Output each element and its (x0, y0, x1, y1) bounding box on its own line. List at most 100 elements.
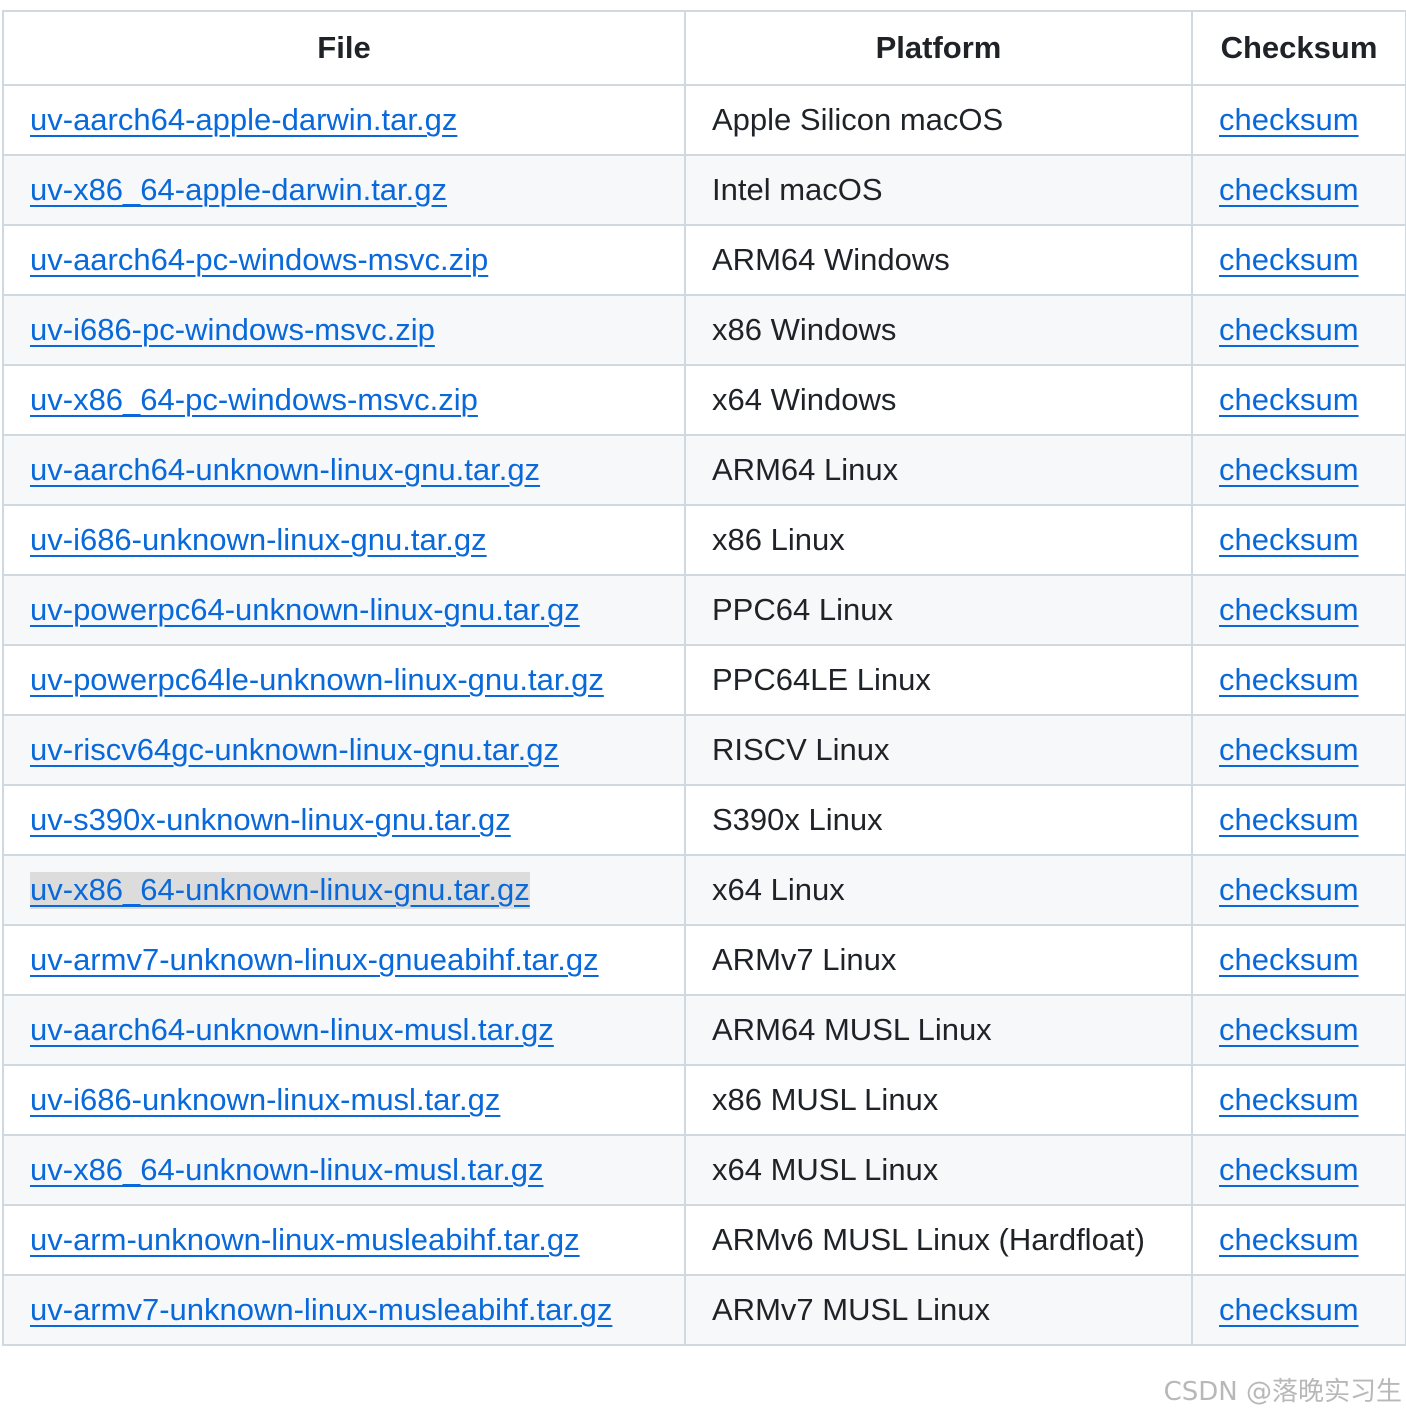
platform-cell: x64 Linux (684, 854, 1193, 926)
file-download-link[interactable]: uv-aarch64-pc-windows-msvc.zip (30, 242, 488, 277)
checksum-cell: checksum (1191, 1134, 1406, 1206)
checksum-cell: checksum (1191, 224, 1406, 296)
platform-cell: ARM64 Windows (684, 224, 1193, 296)
platform-cell: S390x Linux (684, 784, 1193, 856)
file-download-link[interactable]: uv-s390x-unknown-linux-gnu.tar.gz (30, 802, 511, 837)
checksum-link[interactable]: checksum (1219, 1082, 1359, 1117)
file-download-link[interactable]: uv-powerpc64le-unknown-linux-gnu.tar.gz (30, 662, 604, 697)
table-row: uv-x86_64-unknown-linux-gnu.tar.gz x64 Li… (2, 854, 1406, 926)
checksum-link[interactable]: checksum (1219, 1222, 1359, 1257)
checksum-cell: checksum (1191, 364, 1406, 436)
table-row: uv-i686-unknown-linux-gnu.tar.gz x86 Linu… (2, 504, 1406, 576)
table-row: uv-armv7-unknown-linux-gnueabihf.tar.gz A… (2, 924, 1406, 996)
table-row: uv-powerpc64le-unknown-linux-gnu.tar.gz P… (2, 644, 1406, 716)
file-cell: uv-s390x-unknown-linux-gnu.tar.gz (2, 784, 686, 856)
file-download-link[interactable]: uv-i686-unknown-linux-gnu.tar.gz (30, 522, 487, 557)
checksum-link[interactable]: checksum (1219, 1012, 1359, 1047)
checksum-link[interactable]: checksum (1219, 872, 1359, 907)
platform-cell: ARMv7 MUSL Linux (684, 1274, 1193, 1346)
checksum-cell: checksum (1191, 84, 1406, 156)
downloads-table-container: File Platform Checksum uv-aarch64-apple-… (2, 10, 1406, 1346)
file-download-link[interactable]: uv-x86_64-apple-darwin.tar.gz (30, 172, 447, 207)
file-download-link[interactable]: uv-x86_64-unknown-linux-gnu.tar.gz (30, 872, 530, 909)
checksum-link[interactable]: checksum (1219, 732, 1359, 767)
checksum-link[interactable]: checksum (1219, 312, 1359, 347)
platform-cell: x64 MUSL Linux (684, 1134, 1193, 1206)
table-row: uv-x86_64-pc-windows-msvc.zip x64 Windows… (2, 364, 1406, 436)
table-row: uv-aarch64-unknown-linux-gnu.tar.gz ARM64… (2, 434, 1406, 506)
table-row: uv-aarch64-apple-darwin.tar.gz Apple Sili… (2, 84, 1406, 156)
table-row: uv-armv7-unknown-linux-musleabihf.tar.gz… (2, 1274, 1406, 1346)
checksum-cell: checksum (1191, 294, 1406, 366)
csdn-watermark: CSDN @落晚实习生 (1163, 1377, 1402, 1407)
table-row: uv-powerpc64-unknown-linux-gnu.tar.gz PPC… (2, 574, 1406, 646)
header-file: File (2, 10, 686, 86)
file-cell: uv-i686-unknown-linux-musl.tar.gz (2, 1064, 686, 1136)
file-download-link[interactable]: uv-armv7-unknown-linux-gnueabihf.tar.gz (30, 942, 599, 977)
file-cell: uv-x86_64-apple-darwin.tar.gz (2, 154, 686, 226)
checksum-link[interactable]: checksum (1219, 1292, 1359, 1327)
checksum-cell: checksum (1191, 574, 1406, 646)
file-cell: uv-powerpc64-unknown-linux-gnu.tar.gz (2, 574, 686, 646)
checksum-link[interactable]: checksum (1219, 802, 1359, 837)
checksum-cell: checksum (1191, 924, 1406, 996)
header-checksum: Checksum (1191, 10, 1406, 86)
checksum-cell: checksum (1191, 1204, 1406, 1276)
checksum-link[interactable]: checksum (1219, 522, 1359, 557)
platform-cell: ARM64 Linux (684, 434, 1193, 506)
downloads-table: File Platform Checksum uv-aarch64-apple-… (2, 10, 1406, 1346)
header-platform: Platform (684, 10, 1193, 86)
file-cell: uv-riscv64gc-unknown-linux-gnu.tar.gz (2, 714, 686, 786)
checksum-cell: checksum (1191, 1274, 1406, 1346)
file-cell: uv-armv7-unknown-linux-musleabihf.tar.gz (2, 1274, 686, 1346)
platform-cell: Intel macOS (684, 154, 1193, 226)
file-cell: uv-i686-unknown-linux-gnu.tar.gz (2, 504, 686, 576)
file-download-link[interactable]: uv-armv7-unknown-linux-musleabihf.tar.gz (30, 1292, 612, 1327)
checksum-link[interactable]: checksum (1219, 242, 1359, 277)
file-download-link[interactable]: uv-i686-unknown-linux-musl.tar.gz (30, 1082, 500, 1117)
checksum-link[interactable]: checksum (1219, 172, 1359, 207)
checksum-link[interactable]: checksum (1219, 592, 1359, 627)
checksum-link[interactable]: checksum (1219, 382, 1359, 417)
platform-cell: ARM64 MUSL Linux (684, 994, 1193, 1066)
file-download-link[interactable]: uv-aarch64-unknown-linux-gnu.tar.gz (30, 452, 540, 487)
table-row: uv-arm-unknown-linux-musleabihf.tar.gz AR… (2, 1204, 1406, 1276)
file-download-link[interactable]: uv-riscv64gc-unknown-linux-gnu.tar.gz (30, 732, 559, 767)
checksum-link[interactable]: checksum (1219, 452, 1359, 487)
file-cell: uv-x86_64-pc-windows-msvc.zip (2, 364, 686, 436)
file-cell: uv-armv7-unknown-linux-gnueabihf.tar.gz (2, 924, 686, 996)
table-header-row: File Platform Checksum (2, 10, 1406, 86)
table-row: uv-x86_64-unknown-linux-musl.tar.gz x64 M… (2, 1134, 1406, 1206)
platform-cell: Apple Silicon macOS (684, 84, 1193, 156)
platform-cell: x64 Windows (684, 364, 1193, 436)
table-row: uv-i686-pc-windows-msvc.zip x86 Windows ch… (2, 294, 1406, 366)
platform-cell: x86 MUSL Linux (684, 1064, 1193, 1136)
checksum-cell: checksum (1191, 994, 1406, 1066)
file-cell: uv-aarch64-unknown-linux-gnu.tar.gz (2, 434, 686, 506)
file-cell: uv-x86_64-unknown-linux-musl.tar.gz (2, 1134, 686, 1206)
platform-cell: x86 Windows (684, 294, 1193, 366)
checksum-link[interactable]: checksum (1219, 102, 1359, 137)
platform-cell: PPC64LE Linux (684, 644, 1193, 716)
file-download-link[interactable]: uv-powerpc64-unknown-linux-gnu.tar.gz (30, 592, 580, 627)
file-download-link[interactable]: uv-x86_64-pc-windows-msvc.zip (30, 382, 478, 417)
checksum-link[interactable]: checksum (1219, 942, 1359, 977)
checksum-cell: checksum (1191, 1064, 1406, 1136)
file-download-link[interactable]: uv-aarch64-unknown-linux-musl.tar.gz (30, 1012, 554, 1047)
checksum-link[interactable]: checksum (1219, 1152, 1359, 1187)
checksum-link[interactable]: checksum (1219, 662, 1359, 697)
file-download-link[interactable]: uv-x86_64-unknown-linux-musl.tar.gz (30, 1152, 543, 1187)
platform-cell: x86 Linux (684, 504, 1193, 576)
file-download-link[interactable]: uv-aarch64-apple-darwin.tar.gz (30, 102, 457, 137)
platform-cell: RISCV Linux (684, 714, 1193, 786)
checksum-cell: checksum (1191, 644, 1406, 716)
file-cell: uv-aarch64-unknown-linux-musl.tar.gz (2, 994, 686, 1066)
file-download-link[interactable]: uv-i686-pc-windows-msvc.zip (30, 312, 435, 347)
file-cell: uv-aarch64-pc-windows-msvc.zip (2, 224, 686, 296)
file-cell: uv-aarch64-apple-darwin.tar.gz (2, 84, 686, 156)
table-body: uv-aarch64-apple-darwin.tar.gz Apple Sili… (2, 84, 1406, 1346)
table-row: uv-aarch64-unknown-linux-musl.tar.gz ARM6… (2, 994, 1406, 1066)
platform-cell: PPC64 Linux (684, 574, 1193, 646)
file-download-link[interactable]: uv-arm-unknown-linux-musleabihf.tar.gz (30, 1222, 580, 1257)
platform-cell: ARMv6 MUSL Linux (Hardfloat) (684, 1204, 1193, 1276)
